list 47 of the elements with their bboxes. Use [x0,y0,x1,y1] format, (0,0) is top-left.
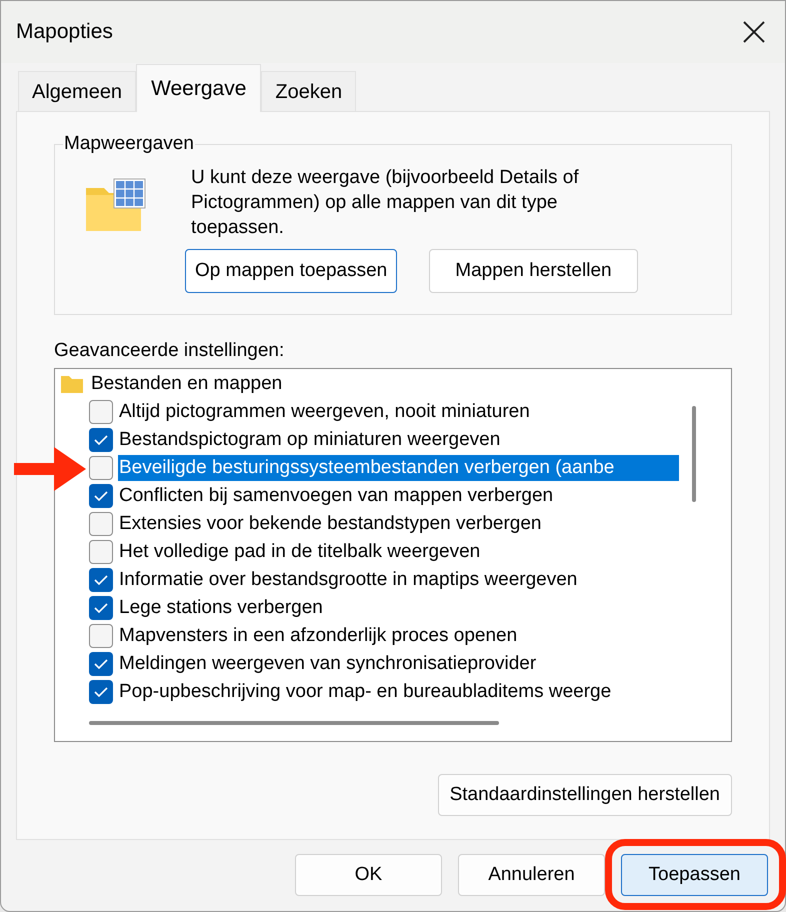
checkbox[interactable] [89,428,113,452]
checkbox[interactable] [89,540,113,564]
checkbox[interactable] [89,400,113,424]
setting-label[interactable]: Meldingen weergeven van synchronisatieprovider [118,651,679,677]
setting-label[interactable]: Conflicten bij samenvoegen van mappen verbergen [118,483,679,509]
checkbox[interactable] [89,624,113,648]
button[interactable]: Op mappen toepassen [185,249,398,293]
checkbox[interactable] [89,596,113,620]
restore-defaults-button[interactable]: Standaardinstellingen herstellen [438,774,732,816]
folder-icon [85,178,147,233]
checkbox[interactable] [89,456,113,480]
setting-label[interactable]: Informatie over bestandsgrootte in maptips weergeven [118,567,679,593]
setting-label[interactable]: Bestandspictogram op miniaturen weergeven [118,427,679,453]
checkmark-icon [94,603,108,613]
checkmark-icon [94,491,108,501]
description-text: U kunt deze weergave (bijvoorbeeld Details of Pictogrammen) op alle mappen van dit type toepassen. [191,166,580,240]
button[interactable]: OK [295,854,442,896]
close-icon[interactable] [743,21,765,43]
checkmark-icon [94,687,108,697]
button[interactable]: Toepassen [621,854,768,896]
tree-group-label[interactable]: Bestanden en mappen [91,370,282,398]
button[interactable]: Mappen herstellen [429,249,638,293]
setting-label[interactable]: Extensies voor bekende bestandstypen verbergen [118,511,679,537]
vertical-scrollbar[interactable] [692,406,696,502]
checkbox[interactable] [89,568,113,592]
checkbox[interactable] [89,484,113,508]
tab[interactable]: Weergave [136,64,262,112]
tab[interactable]: Algemeen [18,71,136,111]
setting-label[interactable]: Altijd pictogrammen weergeven, nooit miniaturen [118,399,679,425]
button[interactable]: Annuleren [458,854,605,896]
tab[interactable]: Zoeken [261,71,356,111]
checkmark-icon [94,435,108,445]
setting-label[interactable]: Beveiligde besturingssysteembestanden verbergen (aanbe [118,455,679,481]
folder-icon [61,376,83,392]
checkmark-icon [94,659,108,669]
setting-label[interactable]: Mapvensters in een afzonderlijk proces openen [118,623,679,649]
checkbox[interactable] [89,680,113,704]
setting-label[interactable]: Lege stations verbergen [118,595,679,621]
setting-label[interactable]: Het volledige pad in de titelbalk weergeven [118,539,679,565]
checkbox[interactable] [89,652,113,676]
section-label: Geavanceerde instellingen: [54,339,286,363]
window-title: Mapopties [16,19,113,46]
arrow-drawing [14,447,86,491]
setting-label[interactable]: Pop-upbeschrijving voor map- en bureaubladitems weerge [118,679,679,705]
horizontal-scrollbar[interactable] [89,721,499,725]
checkbox[interactable] [89,512,113,536]
checkmark-icon [94,575,108,585]
